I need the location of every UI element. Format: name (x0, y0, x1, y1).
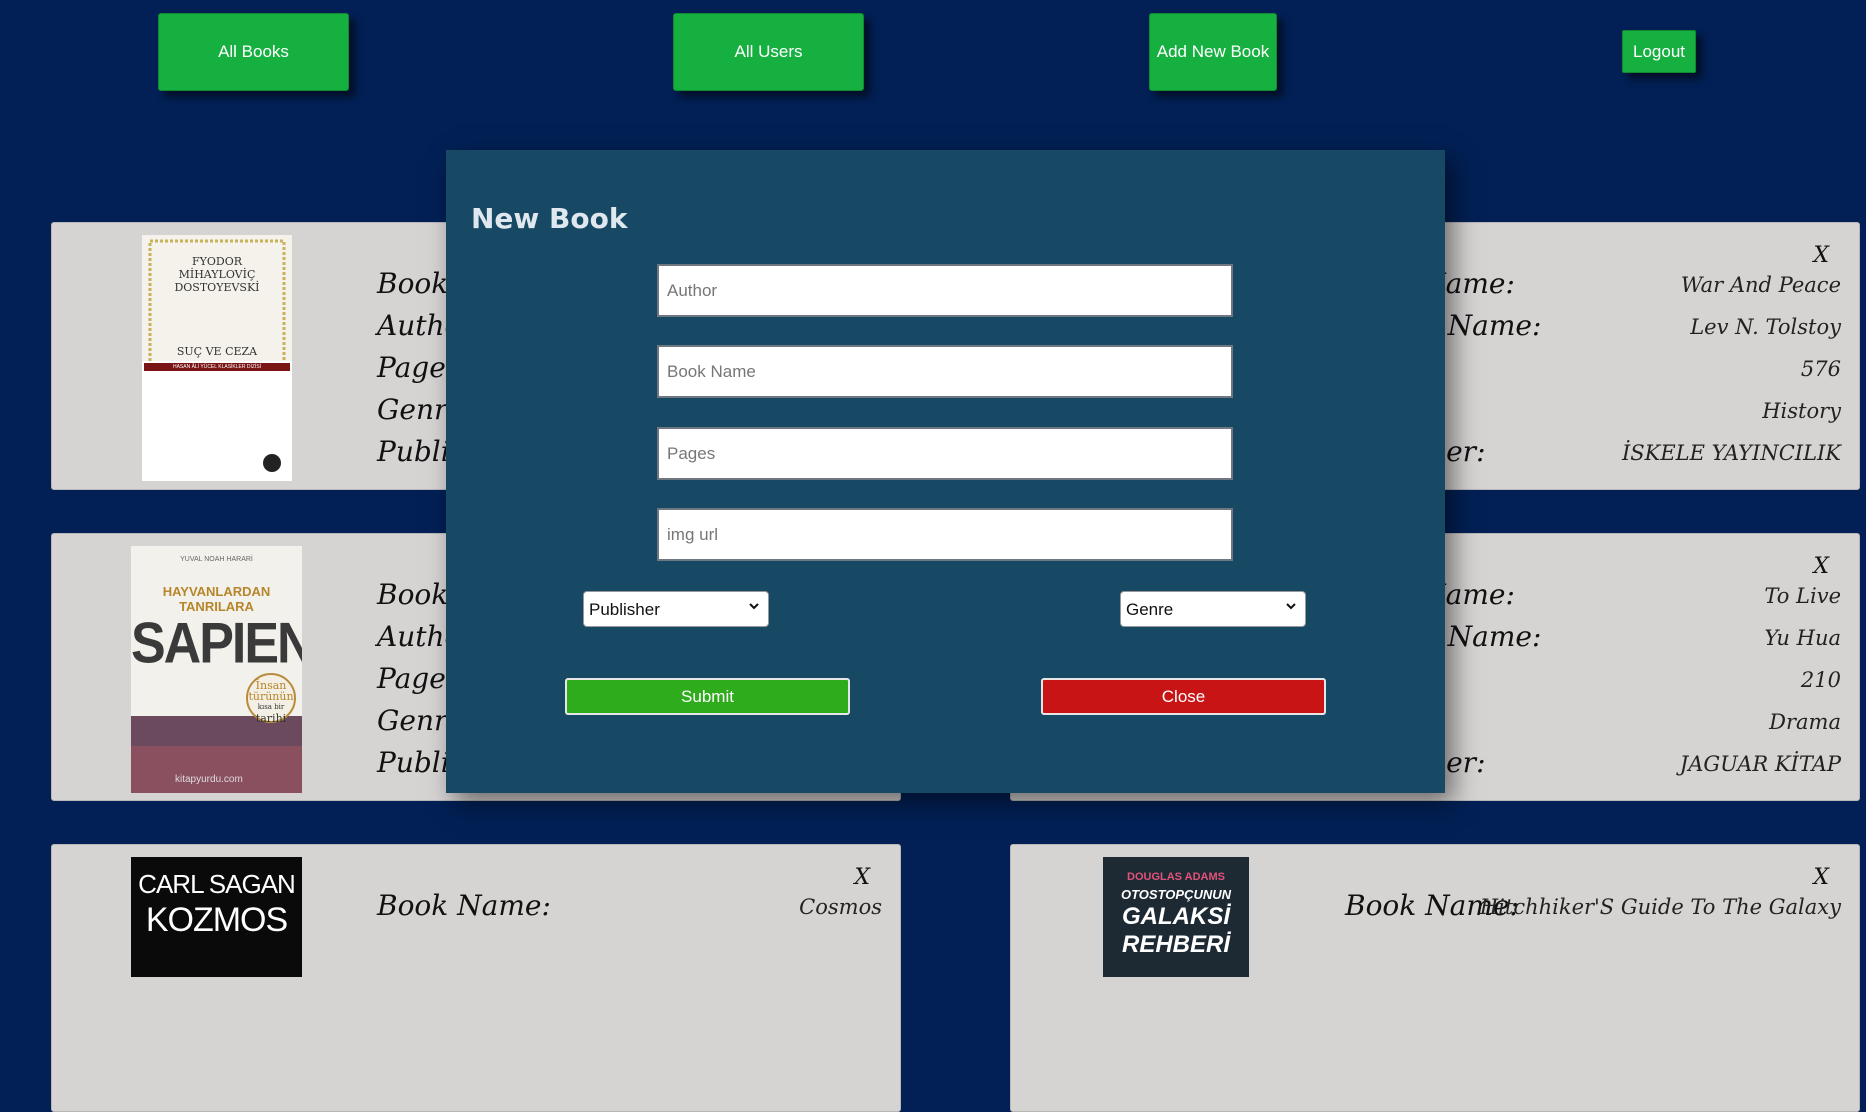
pages-input[interactable] (657, 427, 1233, 480)
delete-book-button[interactable]: X (1813, 243, 1829, 268)
pages-value: 210 (1800, 668, 1841, 692)
cover-text: SAPIENS (131, 612, 302, 676)
genre-select[interactable]: Genre (1120, 591, 1306, 627)
publisher-value: İSKELE YAYINCILIK (1621, 441, 1841, 465)
book-name-input[interactable] (657, 345, 1233, 398)
book-cover: DOUGLAS ADAMS OTOSTOPÇUNUN GALAKSİ REHBE… (1103, 857, 1249, 977)
cover-text: MİHAYLOVİÇ (178, 268, 256, 281)
cover-text: OTOSTOPÇUNUN (1120, 887, 1232, 902)
genre-select-value: Genre (1126, 600, 1174, 619)
cover-text: KOZMOS (145, 901, 288, 939)
publisher-select-value: Publisher (589, 600, 660, 619)
book-name-label: Book Name: (377, 889, 551, 922)
delete-book-button[interactable]: X (1813, 554, 1829, 579)
cover-text: kitapyurdu.com (175, 774, 243, 785)
author-name-value: Yu Hua (1764, 626, 1841, 650)
cover-text: DOUGLAS ADAMS (1127, 871, 1225, 883)
modal-title: New Book (471, 202, 628, 235)
book-card: DOUGLAS ADAMS OTOSTOPÇUNUN GALAKSİ REHBE… (1010, 844, 1860, 1112)
book-name-value: To Live (1764, 584, 1841, 608)
logout-button[interactable]: Logout (1622, 30, 1696, 73)
submit-button[interactable]: Submit (565, 678, 850, 715)
cover-text: türünün (248, 690, 294, 703)
book-cover: FYODOR MİHAYLOVİÇ DOSTOYEVSKİ SUÇ VE CEZ… (142, 235, 292, 481)
book-name-value: Cosmos (799, 895, 882, 919)
cover-text: REHBERİ (1121, 931, 1230, 958)
cover-text: HASAN ÂLİ YÜCEL KLASİKLER DİZİSİ (172, 364, 262, 370)
book-cover: CARL SAGAN KOZMOS (131, 857, 302, 977)
book-card: CARL SAGAN KOZMOS X Book Name: Cosmos (51, 844, 901, 1112)
book-cover: YUVAL NOAH HARARİ HAYVANLARDAN TANRILARA… (131, 546, 302, 793)
all-books-button[interactable]: All Books (158, 13, 349, 91)
book-name-value: War And Peace (1680, 273, 1841, 297)
cover-text: GALAKSİ (1122, 903, 1230, 930)
delete-book-button[interactable]: X (854, 865, 870, 890)
all-users-button[interactable]: All Users (673, 13, 864, 91)
pages-value: 576 (1800, 357, 1841, 381)
close-button[interactable]: Close (1041, 678, 1326, 715)
cover-text: CARL SAGAN (138, 869, 296, 899)
cover-text: FYODOR (191, 255, 243, 268)
cover-text: tarihi (255, 712, 287, 725)
delete-book-button[interactable]: X (1813, 865, 1829, 890)
add-new-book-button[interactable]: Add New Book (1149, 13, 1277, 91)
publisher-select[interactable]: Publisher (583, 591, 769, 627)
author-name-value: Lev N. Tolstoy (1690, 315, 1841, 339)
img-url-input[interactable] (657, 508, 1233, 561)
new-book-modal: New Book Publisher Genre Submit Close (446, 150, 1445, 793)
author-input[interactable] (657, 264, 1233, 317)
cover-text: HAYVANLARDAN (162, 584, 271, 599)
chevron-down-icon (1285, 599, 1297, 615)
cover-text: YUVAL NOAH HARARİ (180, 556, 253, 563)
genre-value: Drama (1769, 710, 1841, 734)
genre-value: History (1762, 399, 1841, 423)
book-name-value: Hitchhiker'S Guide To The Galaxy (1479, 895, 1841, 919)
cover-text: DOSTOYEVSKİ (174, 281, 260, 294)
publisher-value: JAGUAR KİTAP (1679, 752, 1841, 776)
cover-text: SUÇ VE CEZA (176, 345, 258, 358)
chevron-down-icon (748, 599, 760, 615)
